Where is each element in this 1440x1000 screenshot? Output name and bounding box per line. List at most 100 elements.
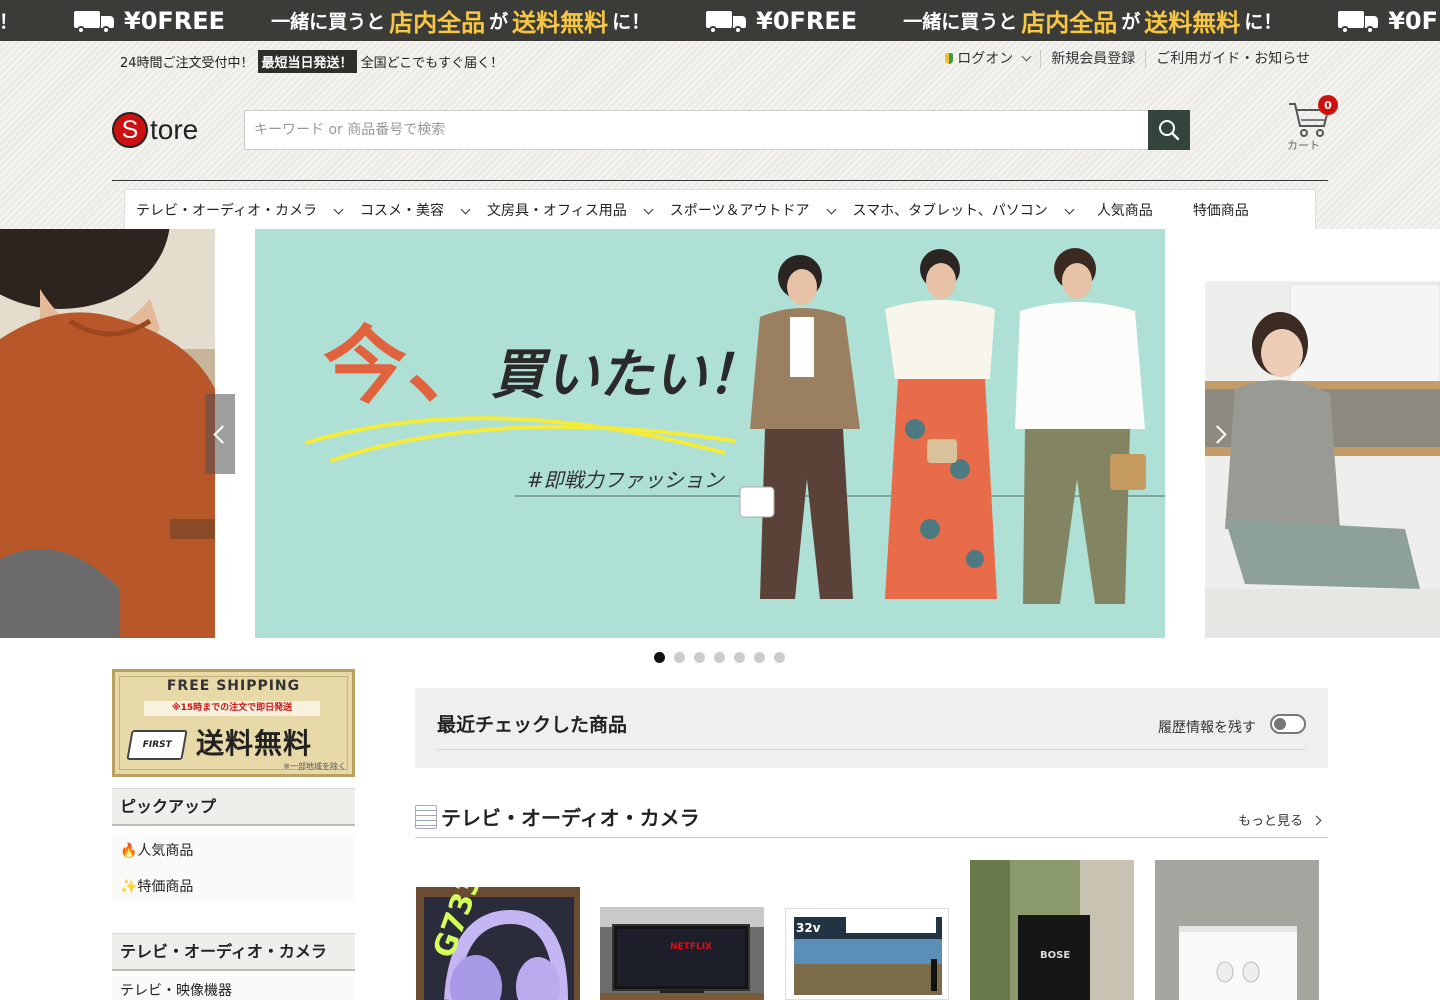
header-divider: [112, 180, 1328, 181]
recently-viewed-panel: 最近チェックした商品 履歴情報を残す: [415, 688, 1328, 768]
marquee-segment: 一緒に買うと 店内全品 が 送料無料 に！ ¥0FREE: [271, 6, 858, 38]
carousel-dot[interactable]: [734, 652, 745, 663]
bose-speaker-product-image: BOSE: [970, 860, 1134, 1000]
carousel-dot[interactable]: [654, 652, 665, 663]
account-links: ログオン 新規会員登録 ご利用ガイド・お知らせ: [935, 50, 1320, 68]
svg-text:32v: 32v: [796, 921, 821, 935]
carousel-dot[interactable]: [714, 652, 725, 663]
hero-tagline: #即戦力ファッション: [527, 468, 724, 492]
register-link[interactable]: 新規会員登録: [1040, 50, 1145, 68]
sidebar-item-popular[interactable]: 🔥人気商品: [112, 833, 355, 869]
product-card[interactable]: NETFLIX: [600, 907, 764, 1000]
category-list: テレビ・映像機器: [112, 976, 355, 1000]
carousel-dot[interactable]: [774, 652, 785, 663]
nav-item-label: 人気商品: [1096, 202, 1153, 219]
top-announcement: 24時間ご注文受付中！ 最短当日発送！ 全国どこでもすぐ届く！: [120, 50, 503, 73]
carousel-dot[interactable]: [674, 652, 685, 663]
search-button[interactable]: [1148, 110, 1190, 150]
promo-marquee: に！ ¥0FREE 一緒に買うと 店内全品 が 送料無料 に！ ¥0FREE 一…: [0, 0, 1440, 41]
cart-button[interactable]: 0 カート: [1287, 95, 1338, 156]
category-heading: テレビ・オーディオ・カメラ: [112, 933, 355, 971]
chevron-left-icon: [213, 424, 232, 444]
headset-product-image: G733: [416, 887, 580, 1000]
orion-tv-product-image: 32v: [786, 909, 948, 999]
chevron-right-icon: [1208, 424, 1227, 444]
chevron-right-icon: [1311, 815, 1322, 826]
region-exclusion-note: ※一部地域を除く: [283, 762, 346, 771]
logo-text: tore: [150, 114, 199, 145]
hero-banner[interactable]: 今、 買いたい！ #即戦力ファッション: [255, 229, 1165, 638]
section-title: テレビ・オーディオ・カメラ: [415, 802, 700, 831]
section-header: テレビ・オーディオ・カメラ もっと見る: [415, 800, 1328, 838]
nav-item-label: 特価商品: [1192, 202, 1249, 219]
product-card[interactable]: [1155, 860, 1319, 1000]
product-card[interactable]: G733: [416, 887, 580, 1000]
fashion-banner-art: [255, 229, 1165, 638]
product-card[interactable]: 32v: [785, 908, 949, 1000]
cart-count-badge: 0: [1318, 95, 1338, 115]
carousel-dots: [654, 652, 794, 663]
free-shipping-title: FREE SHIPPING: [166, 678, 301, 694]
carousel-dot[interactable]: [694, 652, 705, 663]
pickup-list: 🔥人気商品 ✨特価商品: [112, 833, 355, 903]
free-shipping-badge: ¥0FREE: [74, 7, 225, 35]
nav-item[interactable]: スポーツ＆アウトドア: [670, 200, 853, 220]
svg-text:NETFLIX: NETFLIX: [670, 942, 712, 952]
chevron-down-icon: [1021, 51, 1032, 62]
same-day-note: ※15時までの注文で即日発送: [144, 701, 320, 716]
search-input[interactable]: [244, 110, 1148, 150]
sidebar-item-sale[interactable]: ✨特価商品: [112, 869, 355, 905]
login-link[interactable]: ログオン: [935, 50, 1040, 68]
nav-item-label: スポーツ＆アウトドア: [669, 202, 810, 219]
pickup-heading: ピックアップ: [112, 788, 355, 826]
nav-item-label: スマホ、タブレット、パソコン: [852, 202, 1048, 219]
chevron-down-icon: [826, 204, 836, 215]
see-more-link[interactable]: もっと見る: [1238, 810, 1322, 829]
recently-viewed-title: 最近チェックした商品: [437, 714, 628, 736]
next-slide-preview[interactable]: [1205, 229, 1440, 638]
history-toggle-label: 履歴情報を残す: [1158, 720, 1256, 736]
hero-headline-accent: 今、: [323, 317, 492, 415]
nav-item-label: 文房具・オフィス用品: [487, 202, 627, 219]
chevron-down-icon: [460, 204, 471, 215]
nav-item[interactable]: 文房具・オフィス用品: [487, 200, 670, 220]
chevron-down-icon: [333, 204, 344, 215]
guide-link[interactable]: ご利用ガイド・お知らせ: [1145, 50, 1320, 68]
prev-slide-preview[interactable]: [0, 229, 215, 638]
svg-text:BOSE: BOSE: [1040, 950, 1070, 961]
category-nav: テレビ・オーディオ・カメラ コスメ・美容 文房具・オフィス用品 スポーツ＆アウトドア ス…: [124, 189, 1316, 229]
nav-item[interactable]: コスメ・美容: [360, 200, 487, 220]
nav-item[interactable]: テレビ・オーディオ・カメラ: [136, 200, 360, 220]
product-card[interactable]: BOSE: [970, 860, 1134, 1000]
history-toggle[interactable]: [1270, 714, 1306, 734]
marquee-segment: 一緒に買うと 店内全品 が 送料無料 に！ ¥0FREE 一緒に買うと: [903, 3, 1440, 38]
loungewear-photo: [1205, 229, 1440, 638]
search-icon: [1159, 120, 1180, 141]
free-shipping-badge: ¥0FREE: [706, 7, 857, 35]
delivery-text: 全国どこでもすぐ届く！: [360, 56, 504, 71]
sidebar-item-tv[interactable]: テレビ・映像機器: [112, 976, 355, 1000]
carousel-prev-button[interactable]: [205, 394, 235, 474]
knit-sweater-photo: [0, 229, 215, 638]
free-shipping-big-text: 送料無料: [196, 727, 313, 760]
truck-icon: [74, 9, 116, 34]
nav-item[interactable]: 人気商品: [1097, 200, 1153, 220]
hero-headline: 今、 買いたい！: [323, 324, 761, 408]
free-shipping-banner[interactable]: FREE SHIPPING ※15時までの注文で即日発送 FIRST 送料無料 …: [112, 669, 355, 777]
marquee-segment: に！ ¥0FREE: [0, 6, 226, 35]
store-logo[interactable]: S tore: [112, 112, 198, 148]
carousel-dot[interactable]: [754, 652, 765, 663]
toggle-knob: [1274, 718, 1286, 730]
delivery-truck-icon: FIRST: [126, 730, 188, 760]
logo-mark: S: [112, 112, 148, 148]
same-day-badge: 最短当日発送！: [257, 50, 357, 73]
site-header: 24時間ご注文受付中！ 最短当日発送！ 全国どこでもすぐ届く！ ログオン 新規会…: [0, 41, 1440, 229]
chevron-down-icon: [643, 204, 654, 215]
truck-icon: [706, 9, 748, 34]
nav-item[interactable]: 特価商品: [1193, 200, 1249, 220]
notepad-icon: [415, 804, 437, 829]
carousel-next-button[interactable]: [1205, 394, 1235, 474]
tv-monitor-product-image: NETFLIX: [600, 907, 764, 1000]
nav-item-label: テレビ・オーディオ・カメラ: [136, 202, 318, 219]
nav-item[interactable]: スマホ、タブレット、パソコン: [853, 200, 1091, 220]
